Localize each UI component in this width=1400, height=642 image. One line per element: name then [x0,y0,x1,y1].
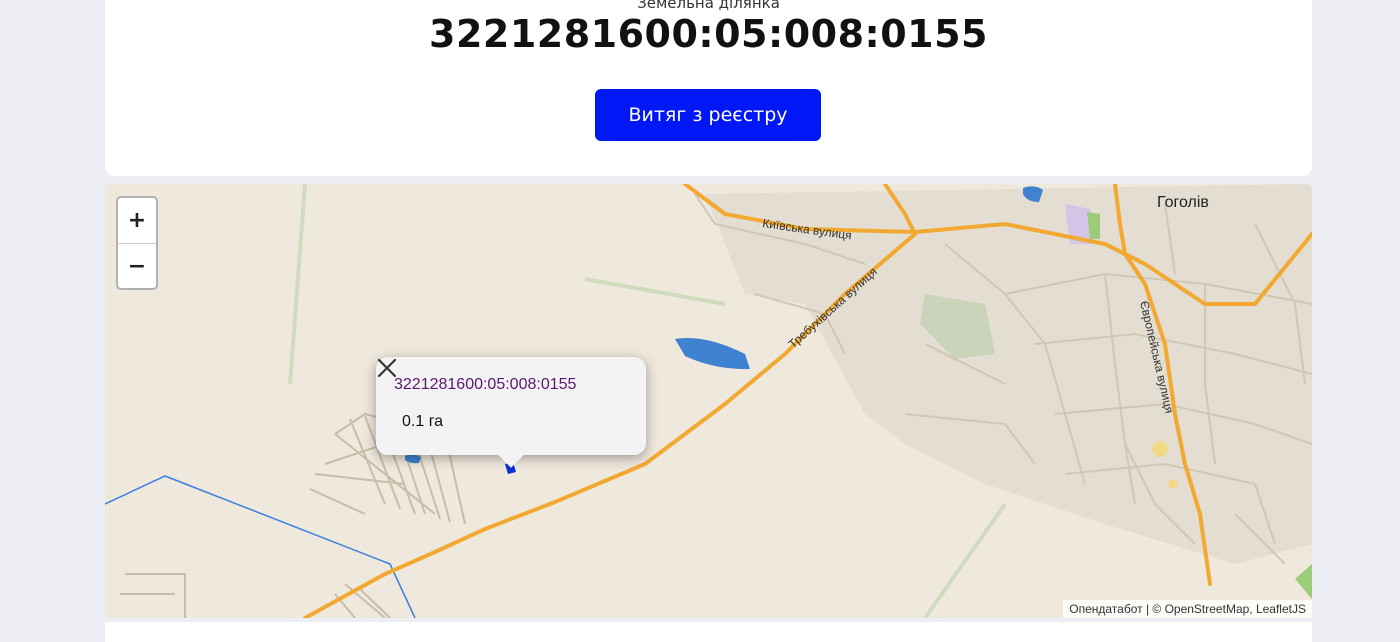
map-tiles: Київська вулиця Требухівська вулиця Євро… [105,184,1312,618]
lower-card [105,622,1312,642]
map-attribution[interactable]: Опендатабот | © OpenStreetMap, LeafletJS [1063,600,1312,618]
cadastral-number: 3221281600:05:008:0155 [429,12,988,56]
registry-extract-button[interactable]: Витяг з реєстру [595,89,821,141]
zoom-control: + − [116,196,158,290]
popup-parcel-area: 0.1 га [402,413,444,430]
popup-parcel-link[interactable]: 3221281600:05:008:0155 [394,376,576,394]
parcel-subtitle: Земельна ділянка [637,0,780,12]
parcel-popup: 3221281600:05:008:0155 0.1 га [376,357,646,468]
parcel-header-card: Земельна ділянка 3221281600:05:008:0155 … [105,0,1312,176]
town-label-hoholiv: Гоголів [1157,194,1209,211]
zoom-out-button[interactable]: − [118,244,156,289]
close-icon[interactable] [376,357,398,379]
zoom-in-button[interactable]: + [118,198,156,244]
map-view[interactable]: Київська вулиця Требухівська вулиця Євро… [105,184,1312,618]
